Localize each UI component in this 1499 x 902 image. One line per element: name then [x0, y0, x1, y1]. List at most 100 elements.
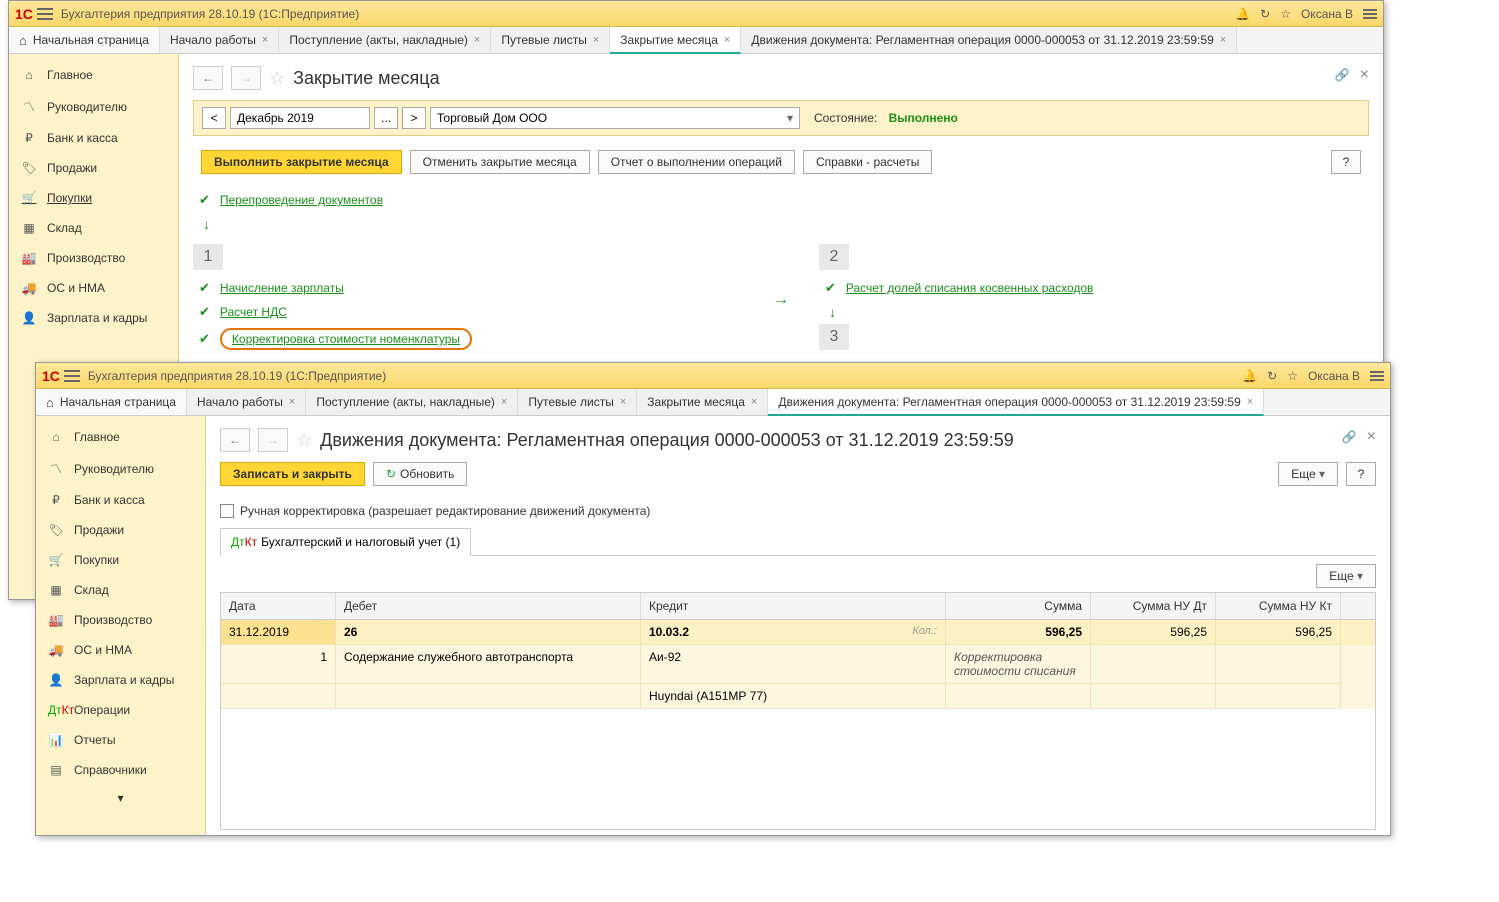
table-row[interactable]: 31.12.2019 26 10.03.2Кол.: 596,25 596,25… [221, 620, 1375, 645]
table-row[interactable]: Huyndai (А151МР 77) [221, 684, 1375, 709]
star-icon[interactable]: ☆ [1287, 369, 1298, 383]
tab-movements[interactable]: Движения документа: Регламентная операци… [741, 27, 1237, 53]
sidebar-production[interactable]: 🏭Производство [9, 243, 178, 273]
history-icon[interactable]: ↻ [1260, 7, 1270, 21]
settings-icon[interactable] [1363, 9, 1377, 19]
tab-closing[interactable]: Закрытие месяца× [637, 389, 768, 415]
sidebar-manager[interactable]: 〽Руководителю [36, 452, 205, 485]
person-icon: 👤 [21, 311, 37, 325]
nav-forward[interactable]: → [258, 428, 288, 452]
close-icon[interactable]: × [501, 396, 507, 408]
th-credit[interactable]: Кредит [641, 593, 946, 619]
close-icon[interactable]: × [751, 396, 757, 408]
nav-back[interactable]: ← [193, 66, 223, 90]
tab-home[interactable]: ⌂Начальная страница [36, 389, 187, 415]
settings-icon[interactable] [1370, 371, 1384, 381]
op-korr[interactable]: Корректировка стоимости номенклатуры [232, 332, 460, 346]
period-select[interactable]: ... [374, 107, 398, 129]
sidebar-assets[interactable]: 🚚ОС и НМА [9, 273, 178, 303]
more-button[interactable]: Еще ▾ [1278, 462, 1338, 486]
refresh-button[interactable]: ↻Обновить [373, 462, 467, 486]
user-label[interactable]: Оксана В [1301, 7, 1353, 21]
tab-home[interactable]: ⌂Начальная страница [9, 27, 160, 53]
favorite-icon[interactable]: ☆ [269, 68, 285, 89]
period-field[interactable]: Декабрь 2019 [230, 107, 370, 129]
sidebar-purchases[interactable]: 🛒Покупки [9, 183, 178, 213]
sidebar-assets[interactable]: 🚚ОС и НМА [36, 635, 205, 665]
sidebar-sales[interactable]: 🏷Продажи [36, 515, 205, 545]
sidebar-ops[interactable]: ДтКтОперации [36, 695, 205, 725]
link-icon[interactable]: 🔗 [1342, 430, 1357, 444]
sidebar-main[interactable]: ⌂Главное [9, 60, 178, 90]
tab-purchase[interactable]: Поступление (акты, накладные)× [306, 389, 518, 415]
link-icon[interactable]: 🔗 [1335, 68, 1350, 82]
op-reprov[interactable]: Перепроведение документов [220, 193, 383, 207]
nav-back[interactable]: ← [220, 428, 250, 452]
tab-waybills[interactable]: Путевые листы× [518, 389, 637, 415]
close-icon[interactable]: × [262, 34, 268, 46]
close-icon[interactable]: × [1247, 396, 1253, 408]
close-button[interactable]: × [1360, 66, 1369, 84]
star-icon[interactable]: ☆ [1280, 7, 1291, 21]
cancel-closing-button[interactable]: Отменить закрытие месяца [410, 150, 590, 174]
close-icon[interactable]: × [289, 396, 295, 408]
help-button[interactable]: ? [1346, 462, 1376, 486]
sidebar-hr[interactable]: 👤Зарплата и кадры [9, 303, 178, 333]
close-icon[interactable]: × [474, 34, 480, 46]
th-sumdt[interactable]: Сумма НУ Дт [1091, 593, 1216, 619]
step-3: 3 [819, 324, 849, 350]
tab-start[interactable]: Начало работы× [160, 27, 279, 53]
nav-forward[interactable]: → [231, 66, 261, 90]
history-icon[interactable]: ↻ [1267, 369, 1277, 383]
op-nds[interactable]: Расчет НДС [220, 305, 287, 319]
sidebar-expand[interactable]: ▾ [36, 785, 205, 811]
subtab-accounting[interactable]: ДтКтБухгалтерский и налоговый учет (1) [220, 528, 471, 556]
op-indirect[interactable]: Расчет долей списания косвенных расходов [846, 281, 1094, 295]
close-icon[interactable]: × [620, 396, 626, 408]
prev-period[interactable]: < [202, 107, 226, 129]
cell-sum: 596,25 [946, 620, 1091, 645]
close-icon[interactable]: × [724, 34, 730, 46]
menu-icon[interactable] [64, 370, 80, 382]
org-field[interactable]: Торговый Дом ООО▾ [430, 107, 800, 129]
report-button[interactable]: Отчет о выполнении операций [598, 150, 795, 174]
th-sumkt[interactable]: Сумма НУ Кт [1216, 593, 1341, 619]
th-sum[interactable]: Сумма [946, 593, 1091, 619]
sidebar-warehouse[interactable]: ▦Склад [9, 213, 178, 243]
table-row[interactable]: 1 Содержание служебного автотранспорта А… [221, 645, 1375, 684]
sidebar-sales[interactable]: 🏷Продажи [9, 153, 178, 183]
sidebar-manager[interactable]: 〽Руководителю [9, 90, 178, 123]
next-period[interactable]: > [402, 107, 426, 129]
help-button[interactable]: ? [1331, 150, 1361, 174]
th-debit[interactable]: Дебет [336, 593, 641, 619]
op-salary[interactable]: Начисление зарплаты [220, 281, 344, 295]
user-label[interactable]: Оксана В [1308, 369, 1360, 383]
manual-edit-checkbox[interactable] [220, 504, 234, 518]
sidebar-refs[interactable]: ▤Справочники [36, 755, 205, 785]
table-more-button[interactable]: Еще ▾ [1316, 564, 1376, 588]
bell-icon[interactable]: 🔔 [1242, 369, 1257, 383]
menu-icon[interactable] [37, 8, 53, 20]
close-button[interactable]: × [1367, 428, 1376, 446]
close-icon[interactable]: × [1220, 34, 1226, 46]
sidebar-production[interactable]: 🏭Производство [36, 605, 205, 635]
save-close-button[interactable]: Записать и закрыть [220, 462, 365, 486]
sidebar-bank[interactable]: ₽Банк и касса [36, 485, 205, 515]
tab-start[interactable]: Начало работы× [187, 389, 306, 415]
sidebar-main[interactable]: ⌂Главное [36, 422, 205, 452]
sidebar-warehouse[interactable]: ▦Склад [36, 575, 205, 605]
bell-icon[interactable]: 🔔 [1235, 7, 1250, 21]
th-date[interactable]: Дата [221, 593, 336, 619]
sprav-button[interactable]: Справки - расчеты [803, 150, 932, 174]
tab-closing[interactable]: Закрытие месяца× [610, 27, 741, 54]
tab-movements[interactable]: Движения документа: Регламентная операци… [768, 389, 1264, 416]
tab-purchase[interactable]: Поступление (акты, накладные)× [279, 27, 491, 53]
sidebar-purchases[interactable]: 🛒Покупки [36, 545, 205, 575]
sidebar-hr[interactable]: 👤Зарплата и кадры [36, 665, 205, 695]
sidebar-reports[interactable]: 📊Отчеты [36, 725, 205, 755]
tab-waybills[interactable]: Путевые листы× [491, 27, 610, 53]
favorite-icon[interactable]: ☆ [296, 430, 312, 451]
close-icon[interactable]: × [593, 34, 599, 46]
run-closing-button[interactable]: Выполнить закрытие месяца [201, 150, 402, 174]
sidebar-bank[interactable]: ₽Банк и касса [9, 123, 178, 153]
